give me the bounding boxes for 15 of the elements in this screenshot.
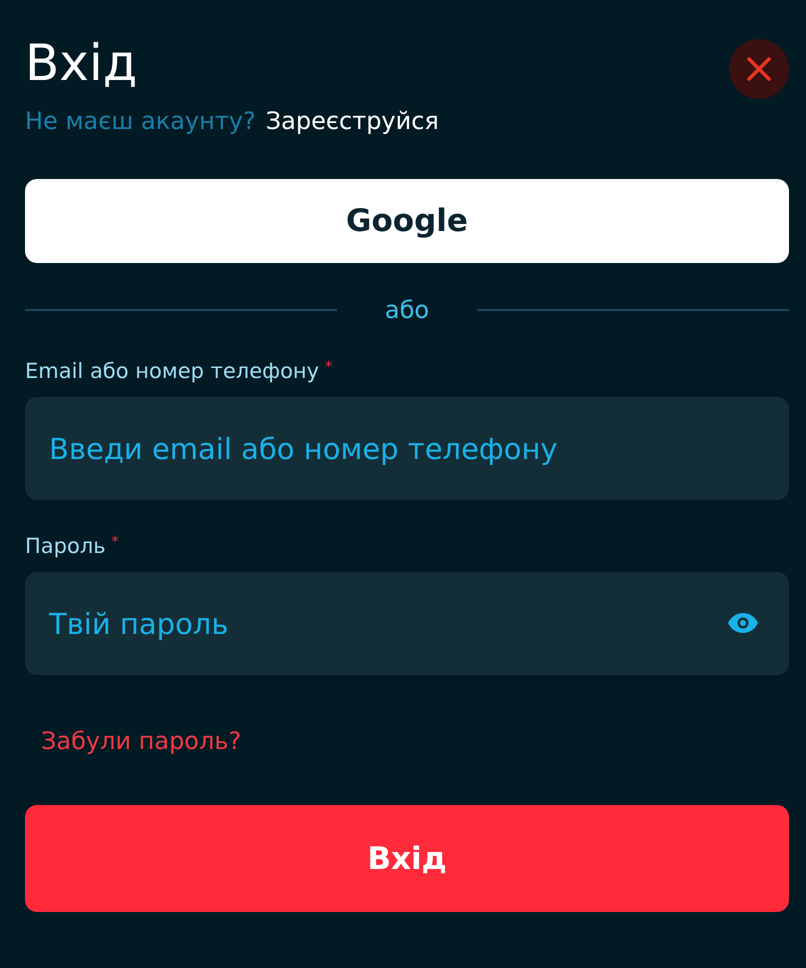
eye-icon[interactable] xyxy=(727,612,759,634)
login-button[interactable]: Вхід xyxy=(25,805,789,912)
password-field[interactable]: Твій пароль xyxy=(25,572,789,675)
field-label: Email або номер телефону xyxy=(25,359,320,383)
signup-prompt: Не маєш акаунту? xyxy=(25,107,256,135)
field-label: Пароль xyxy=(25,534,106,558)
page-title: Вхід xyxy=(25,36,138,91)
google-button[interactable]: Google xyxy=(25,179,789,263)
required-mark: * xyxy=(112,534,119,550)
required-mark: * xyxy=(325,359,332,375)
signup-link[interactable]: Зареєструйся xyxy=(266,107,439,135)
input-field[interactable]: Введи email або номер телефону xyxy=(25,397,789,500)
close-icon xyxy=(746,56,772,82)
forgot-password-link[interactable]: Забули пароль? xyxy=(41,727,242,755)
divider-label: або xyxy=(384,296,430,324)
